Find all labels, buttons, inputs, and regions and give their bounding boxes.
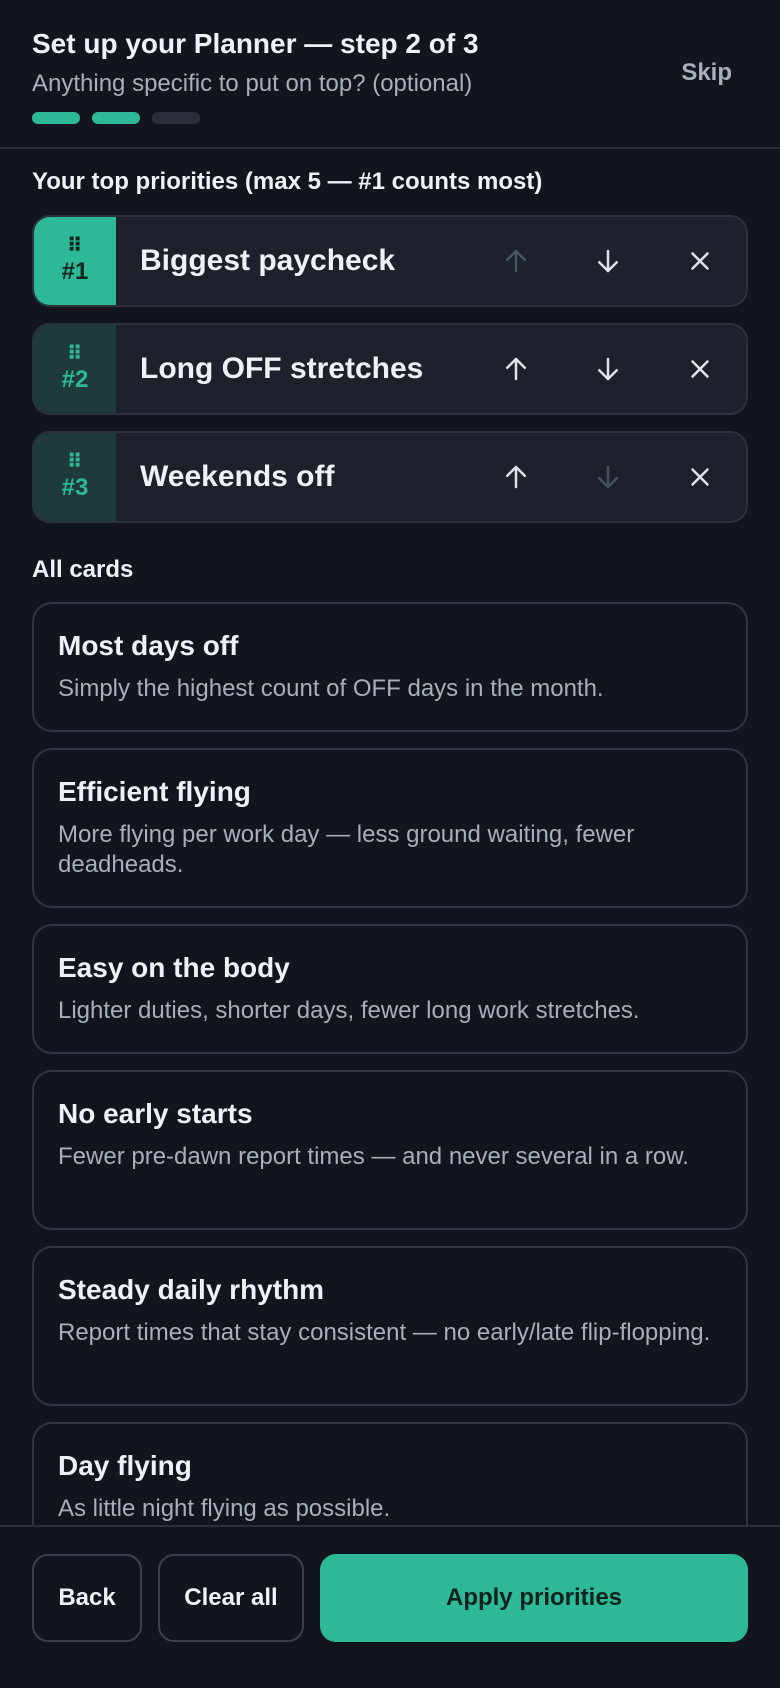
progress-step-3 xyxy=(152,112,200,124)
priority-card[interactable]: Easy on the body Lighter duties, shorter… xyxy=(32,924,748,1054)
priority-card[interactable]: Steady daily rhythm Report times that st… xyxy=(32,1246,748,1406)
card-title: Easy on the body xyxy=(58,952,290,983)
clear-all-button[interactable]: Clear all xyxy=(158,1554,304,1642)
page-title: Set up your Planner — step 2 of 3 xyxy=(32,28,479,59)
priority-card[interactable]: Efficient flying More flying per work da… xyxy=(32,748,748,908)
arrow-up-icon xyxy=(506,357,526,381)
priority-rank: #1 xyxy=(61,258,89,285)
close-icon xyxy=(691,252,709,270)
priority-label: Weekends off xyxy=(140,460,335,493)
priority-label: Biggest paycheck xyxy=(140,244,396,277)
priorities-heading: Your top priorities (max 5 — #1 counts m… xyxy=(32,168,543,195)
drag-handle[interactable]: ⠿ #1 xyxy=(34,217,116,305)
priority-label: Long OFF stretches xyxy=(140,352,424,385)
progress-step-1 xyxy=(32,112,80,124)
card-description: More flying per work day — less ground w… xyxy=(58,821,635,878)
move-up-button[interactable] xyxy=(470,433,562,521)
move-down-button[interactable] xyxy=(562,433,654,521)
progress-step-2 xyxy=(92,112,140,124)
step-progress xyxy=(32,112,200,124)
arrow-down-icon xyxy=(598,357,618,381)
skip-button[interactable]: Skip xyxy=(681,59,732,87)
card-title: No early starts xyxy=(58,1098,253,1129)
arrow-up-icon xyxy=(506,465,526,489)
priority-rank: #2 xyxy=(61,366,89,393)
priority-row: ⠿ #3 Weekends off xyxy=(32,431,748,523)
priority-rank: #3 xyxy=(61,474,89,501)
priority-row: ⠿ #1 Biggest paycheck xyxy=(32,215,748,307)
drag-handle[interactable]: ⠿ #2 xyxy=(34,325,116,413)
grip-icon: ⠿ xyxy=(66,449,84,473)
card-title: Most days off xyxy=(58,630,239,661)
grip-icon: ⠿ xyxy=(66,341,84,365)
move-down-button[interactable] xyxy=(562,217,654,305)
move-up-button[interactable] xyxy=(470,325,562,413)
card-title: Efficient flying xyxy=(58,776,251,807)
page-subtitle: Anything specific to put on top? (option… xyxy=(32,70,473,97)
arrow-down-icon xyxy=(598,249,618,273)
grip-icon: ⠿ xyxy=(66,233,84,257)
close-icon xyxy=(691,360,709,378)
arrow-up-icon xyxy=(506,249,526,273)
card-title: Day flying xyxy=(58,1450,192,1481)
all-cards-heading: All cards xyxy=(32,556,134,583)
move-up-button[interactable] xyxy=(470,217,562,305)
drag-handle[interactable]: ⠿ #3 xyxy=(34,433,116,521)
arrow-down-icon xyxy=(598,465,618,489)
card-description: As little night flying as possible. xyxy=(58,1495,391,1522)
card-title: Steady daily rhythm xyxy=(58,1274,325,1305)
card-description: Simply the highest count of OFF days in … xyxy=(58,675,604,702)
priority-card[interactable]: No early starts Fewer pre-dawn report ti… xyxy=(32,1070,748,1230)
apply-priorities-button[interactable]: Apply priorities xyxy=(320,1554,748,1642)
card-description: Fewer pre-dawn report times — and never … xyxy=(58,1143,689,1170)
footer-bar: Back Clear all Apply priorities xyxy=(0,1525,780,1688)
move-down-button[interactable] xyxy=(562,325,654,413)
card-description: Lighter duties, shorter days, fewer long… xyxy=(58,997,640,1024)
priority-row: ⠿ #2 Long OFF stretches xyxy=(32,323,748,415)
card-description: Report times that stay consistent — no e… xyxy=(58,1319,711,1346)
header: Set up your Planner — step 2 of 3 Anythi… xyxy=(0,0,780,149)
back-button[interactable]: Back xyxy=(32,1554,142,1642)
remove-button[interactable] xyxy=(654,325,746,413)
close-icon xyxy=(691,468,709,486)
priority-card[interactable]: Most days off Simply the highest count o… xyxy=(32,602,748,732)
remove-button[interactable] xyxy=(654,217,746,305)
remove-button[interactable] xyxy=(654,433,746,521)
